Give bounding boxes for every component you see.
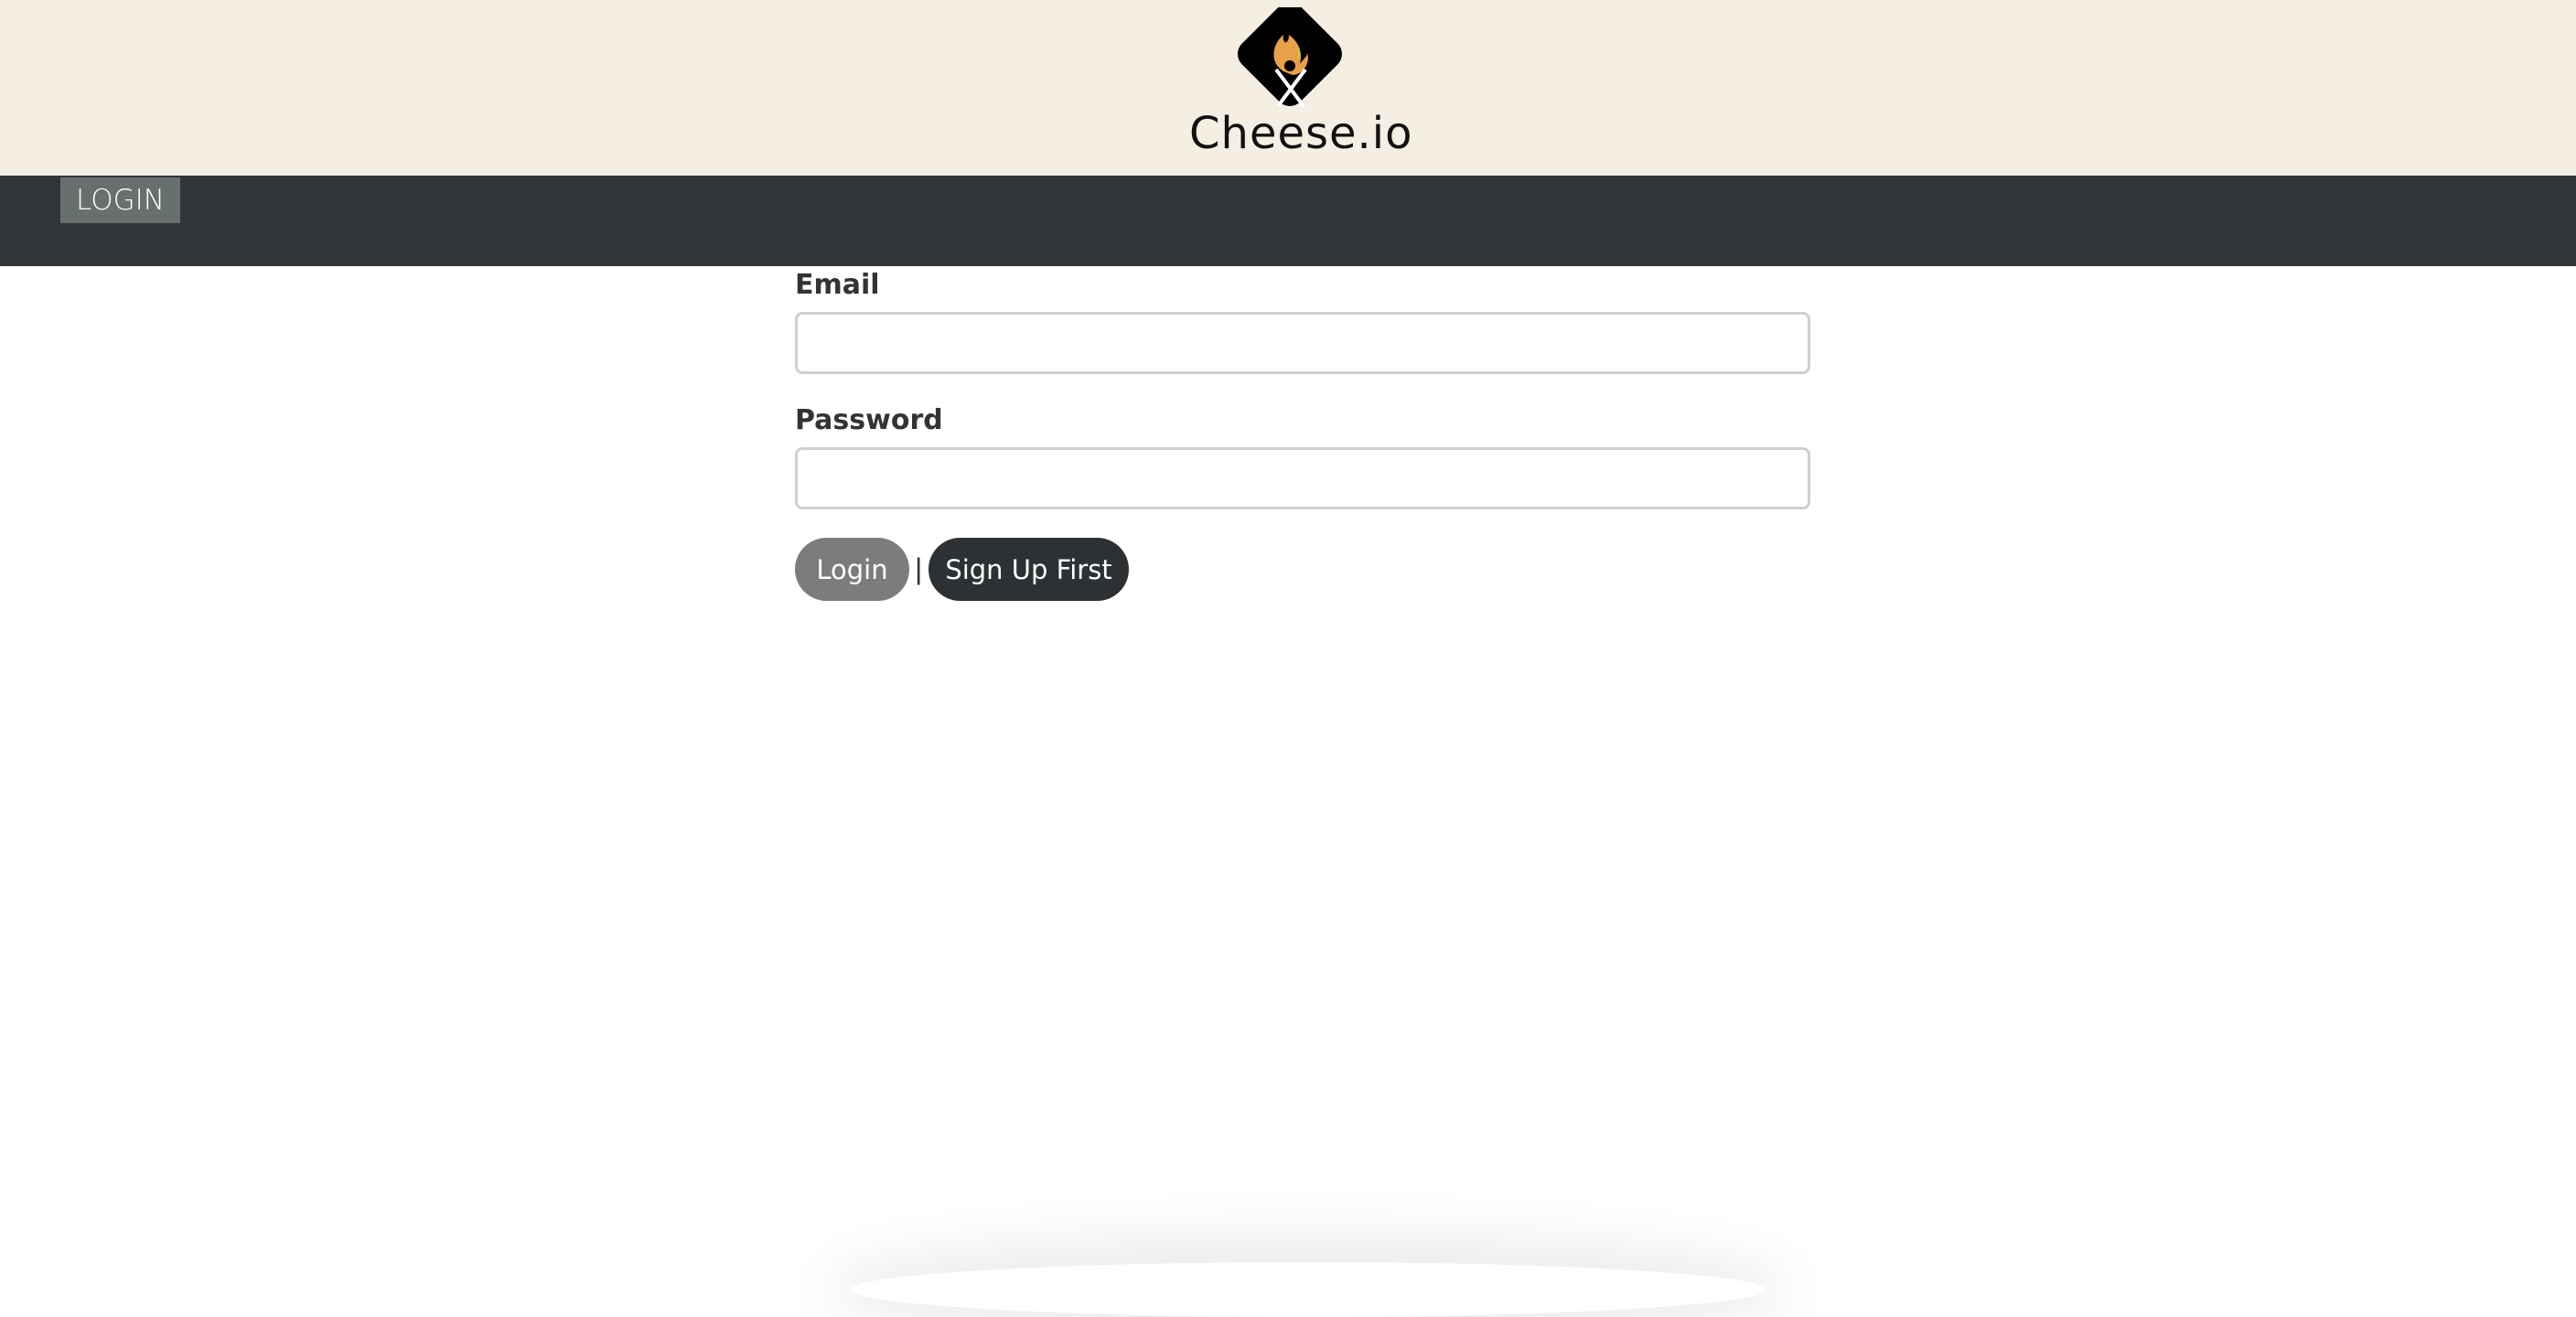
- nav-tab-login[interactable]: LOGIN: [60, 177, 180, 223]
- footer-shadow: [851, 1262, 1766, 1317]
- email-label: Email: [795, 269, 880, 301]
- site-header: Cheese.io: [0, 0, 2576, 176]
- password-label: Password: [795, 404, 943, 436]
- email-input[interactable]: [795, 312, 1810, 374]
- login-button[interactable]: Login: [795, 538, 909, 601]
- brand-name: Cheese.io: [1189, 108, 1413, 159]
- sign-up-button[interactable]: Sign Up First: [928, 538, 1129, 601]
- nav-bar: LOGIN: [0, 176, 2576, 266]
- password-input[interactable]: [795, 447, 1810, 509]
- button-separator: |: [915, 552, 923, 585]
